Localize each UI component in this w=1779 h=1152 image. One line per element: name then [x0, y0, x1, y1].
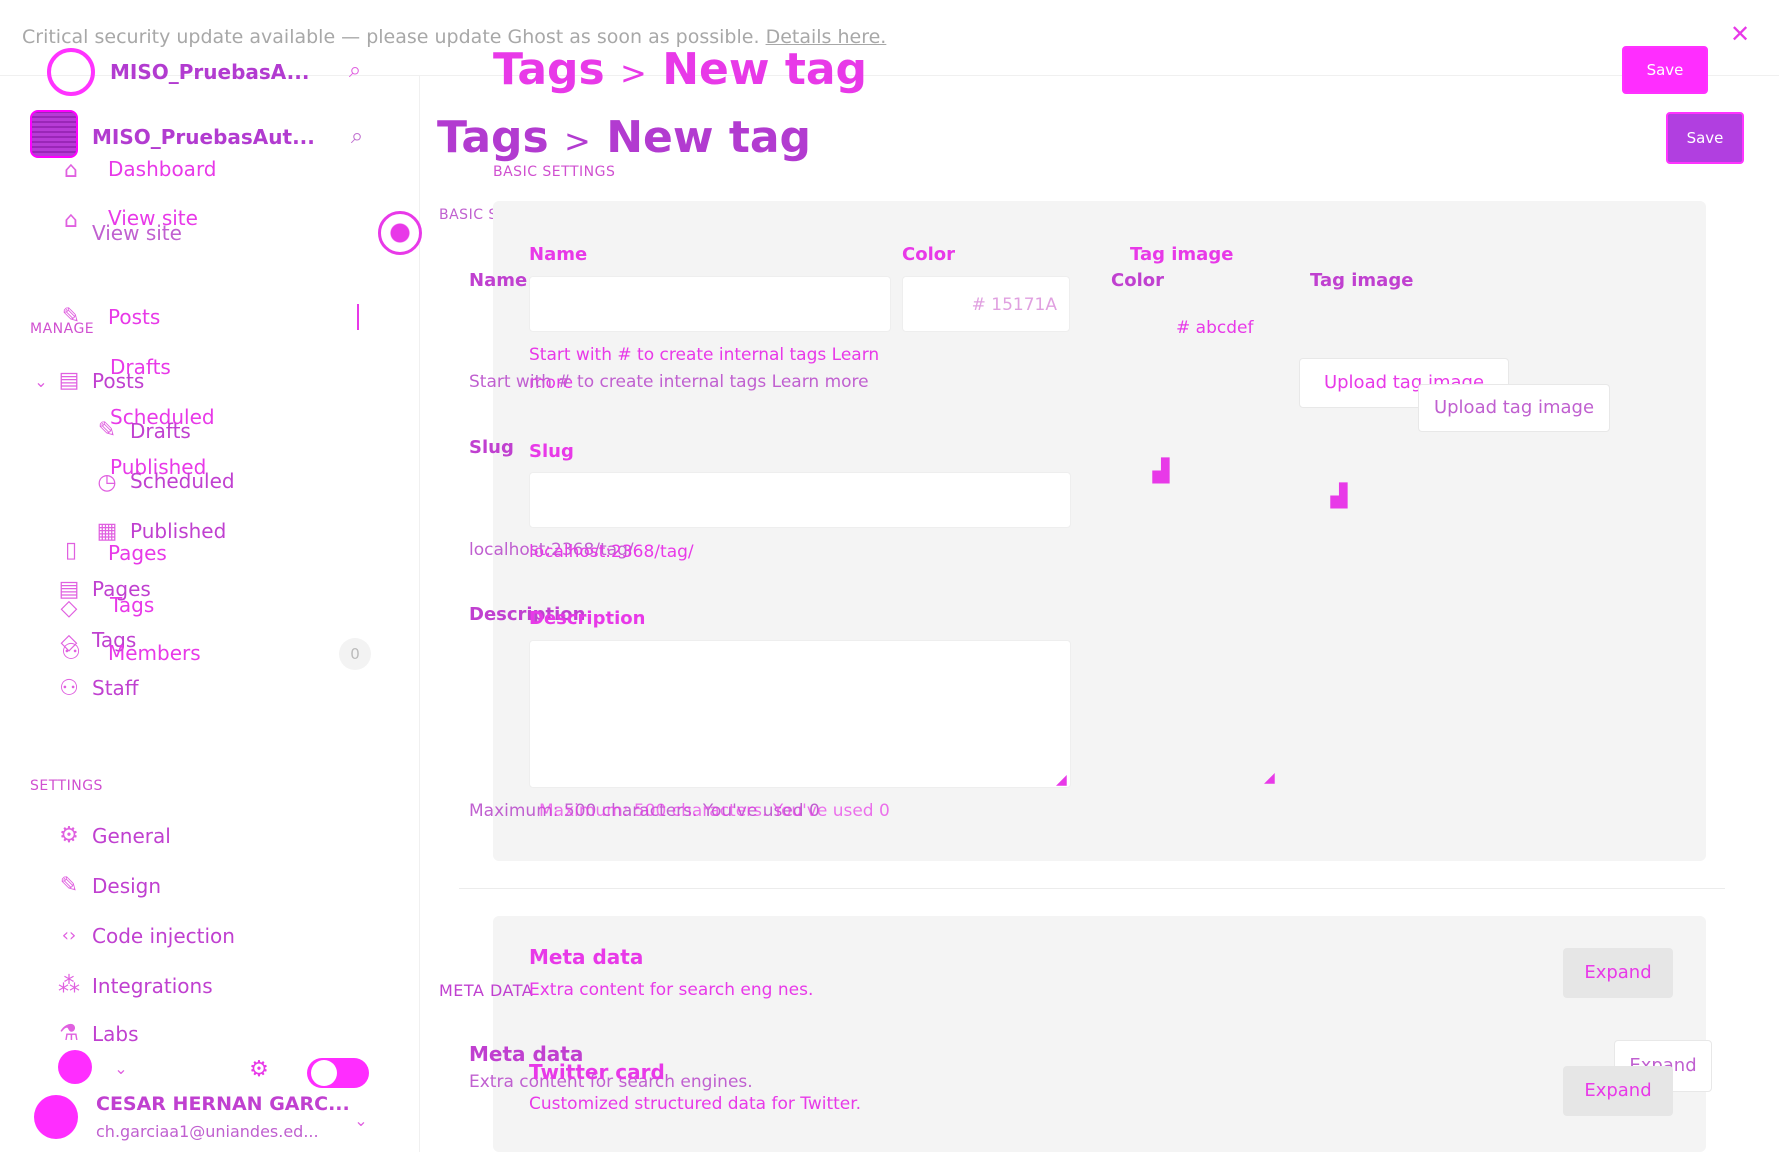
sidebar-item-pages-ghost[interactable]: Pages: [108, 541, 167, 565]
meta-data-subtitle-ghost: Extra content for search eng nes.: [529, 980, 814, 1000]
page-title: Tags > New tag: [437, 112, 811, 163]
code-icon: ‹›: [61, 925, 77, 946]
breadcrumb-current-ghost: New tag: [662, 44, 868, 95]
twitter-card-subtitle: Customized structured data for Twitter.: [529, 1094, 862, 1114]
image-placeholder-icon-ghost: ▟: [1152, 459, 1170, 484]
save-button[interactable]: Save: [1666, 112, 1744, 164]
user-name: CESAR HERNAN GARC...: [96, 1093, 350, 1115]
integrations-icon: ⁂: [58, 973, 80, 998]
sidebar-item-staff[interactable]: Staff: [92, 676, 139, 700]
basic-settings-label-ghost: BASIC SETTINGS: [493, 164, 616, 180]
sidebar-item-members[interactable]: Members: [108, 641, 201, 665]
breadcrumb-parent-ghost[interactable]: Tags: [493, 44, 605, 95]
twitter-card-title: Twitter card: [529, 1060, 665, 1084]
meta-data-panel: [493, 916, 1706, 1152]
site-logo-ring: [47, 48, 95, 96]
site-logo[interactable]: [30, 110, 78, 158]
sidebar-item-scheduled[interactable]: Scheduled: [130, 469, 235, 493]
sidebar-item-dashboard[interactable]: Dashboard: [108, 157, 217, 181]
settings-section-label: SETTINGS: [30, 778, 103, 794]
upload-tag-image-button[interactable]: Upload tag image: [1418, 384, 1610, 432]
slug-input[interactable]: [529, 472, 1071, 528]
twitter-expand-button[interactable]: Expand: [1563, 1066, 1673, 1116]
home-icon: ⌂: [64, 158, 78, 183]
description-label-ghost: Description: [529, 608, 646, 629]
resize-handle-icon-ghost[interactable]: ◢: [1056, 772, 1067, 788]
breadcrumb-separator-ghost: >: [620, 54, 647, 92]
tag-ghost-icon: ◇: [60, 596, 78, 621]
close-icon[interactable]: ✕: [1728, 22, 1752, 46]
user-email: ch.garciaa1@uniandes.ed...: [96, 1122, 319, 1141]
description-textarea[interactable]: [529, 640, 1071, 788]
color-label: Color: [1111, 270, 1164, 291]
slug-url-preview-ghost: localhost:2368/tag/: [529, 542, 694, 562]
name-label: Name: [469, 270, 528, 291]
tag-image-label-ghost: Tag image: [1130, 244, 1234, 265]
chevron-down-icon[interactable]: ⌄: [348, 1108, 374, 1134]
slug-label-ghost: Slug: [529, 441, 574, 462]
avatar-ghost: [58, 1050, 92, 1084]
sidebar-item-view-site[interactable]: View site: [92, 221, 182, 245]
meta-data-section-label: META DATA: [439, 981, 534, 1000]
breadcrumb-separator: >: [564, 122, 591, 160]
slug-label: Slug: [469, 437, 514, 458]
resize-handle-icon[interactable]: ◢: [1264, 770, 1275, 786]
tag-image-label: Tag image: [1310, 270, 1414, 291]
sidebar-item-labs[interactable]: Labs: [92, 1022, 139, 1046]
description-hint-ghost: Maximum: 500 characters. You've used 0: [539, 801, 890, 821]
sidebar-item-tags-ghost[interactable]: Tags: [110, 593, 154, 617]
meta-data-title-ghost: Meta data: [529, 945, 644, 969]
name-hint: Start with # to create internal tags Lea…: [469, 372, 869, 392]
search-icon[interactable]: ⌕: [344, 124, 370, 150]
page-title-ghost: Tags > New tag: [493, 44, 867, 95]
search-icon[interactable]: ⌕: [342, 58, 368, 84]
chevron-down-icon[interactable]: ⌄: [108, 1056, 134, 1082]
flask-icon: ⚗: [59, 1021, 79, 1046]
posts-add-divider: [357, 304, 359, 330]
site-name-ghost: MISO_PruebasA...: [110, 60, 310, 84]
night-mode-toggle[interactable]: [307, 1058, 369, 1088]
staff-icon: ⚇: [59, 676, 79, 701]
name-input[interactable]: [529, 276, 891, 332]
sidebar-item-published[interactable]: Published: [130, 519, 226, 543]
toggle-knob: [311, 1060, 337, 1086]
sidebar-item-design[interactable]: Design: [92, 874, 161, 898]
sidebar-item-general[interactable]: General: [92, 824, 171, 848]
settings-gear-icon[interactable]: ⚙: [246, 1057, 272, 1083]
pages-ghost-icon: ▯: [64, 538, 78, 563]
color-label-ghost: Color: [902, 244, 955, 265]
sidebar-item-code-injection[interactable]: Code injection: [92, 924, 235, 948]
meta-expand-button-ghost[interactable]: Expand: [1563, 948, 1673, 998]
gear-icon: ⚙: [59, 823, 79, 848]
color-input-ghost: # abcdef: [1176, 318, 1254, 338]
site-name[interactable]: MISO_PruebasAut...: [92, 125, 315, 149]
sidebar-item-posts-ghost[interactable]: Posts: [108, 305, 160, 329]
breadcrumb-parent[interactable]: Tags: [437, 112, 549, 163]
sidebar-item-drafts-ghost[interactable]: Drafts: [110, 355, 171, 379]
breadcrumb-current: New tag: [606, 112, 812, 163]
members-count-badge: 0: [339, 638, 371, 670]
globe-icon[interactable]: [378, 211, 422, 255]
name-label-ghost: Name: [529, 244, 588, 265]
posts-icon: ▤: [58, 368, 80, 393]
sidebar-item-integrations[interactable]: Integrations: [92, 974, 213, 998]
avatar[interactable]: [34, 1095, 78, 1139]
storefront-icon: ⌂: [64, 208, 78, 233]
chevron-down-icon[interactable]: ⌄: [28, 369, 54, 395]
color-input[interactable]: # 15171A: [902, 276, 1070, 332]
members-icon: ⚇: [61, 640, 81, 665]
divider: [459, 888, 1725, 889]
pencil-icon: ✎: [61, 304, 81, 329]
name-hint-ghost-a: Start with # to create internal tags Lea…: [529, 345, 880, 365]
sidebar-item-drafts[interactable]: Drafts: [130, 419, 191, 443]
image-placeholder-icon: ▟: [1330, 484, 1348, 509]
save-button-ghost[interactable]: Save: [1622, 46, 1708, 94]
brush-icon: ✎: [59, 873, 79, 898]
